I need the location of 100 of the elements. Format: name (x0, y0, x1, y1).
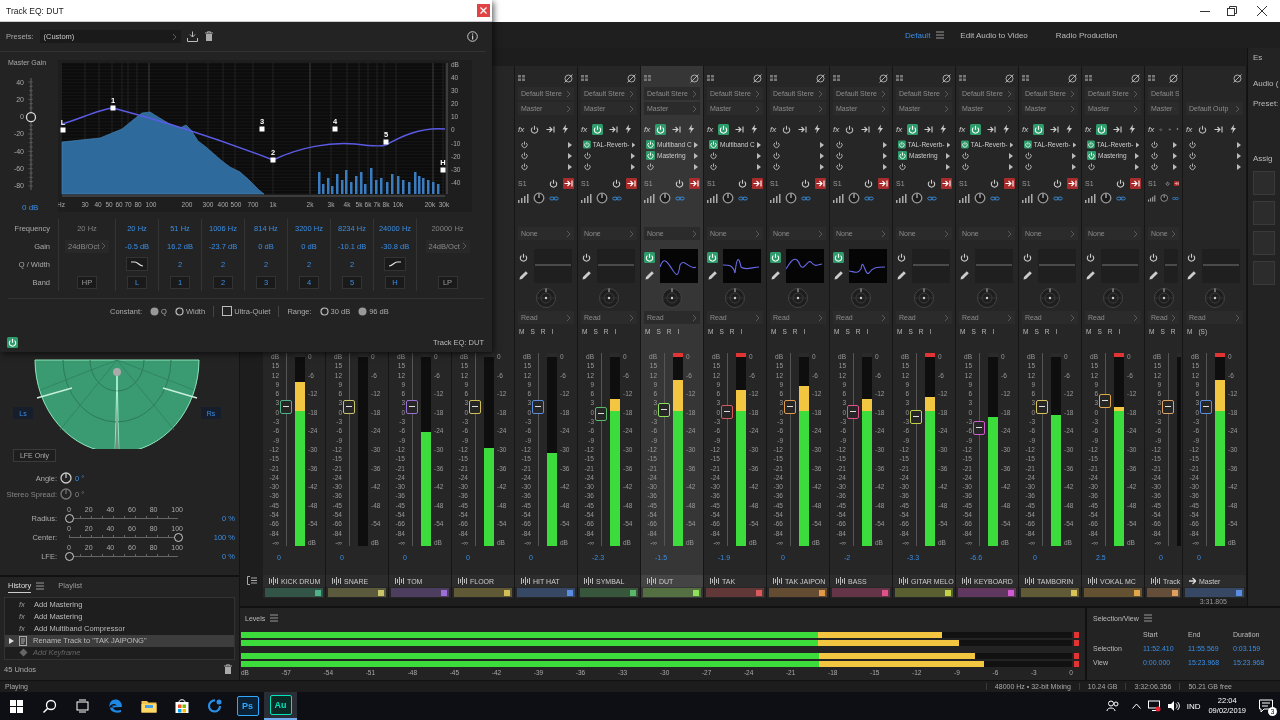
high-shelf-icon[interactable] (384, 257, 406, 271)
search-icon[interactable] (42, 698, 57, 714)
fader-knob[interactable] (469, 399, 481, 414)
insert-slot[interactable] (1148, 150, 1179, 161)
taskbar-app[interactable]: Ps (231, 692, 264, 720)
insert-slot[interactable] (707, 150, 763, 161)
lightning-icon[interactable] (624, 124, 633, 134)
power-button[interactable] (1085, 252, 1096, 263)
menu-icon[interactable] (36, 581, 45, 590)
pencil-icon[interactable] (1186, 269, 1197, 280)
send-button[interactable] (1004, 177, 1015, 189)
lightning-icon[interactable] (939, 124, 948, 134)
power-button[interactable] (907, 123, 919, 135)
power-button[interactable] (844, 123, 856, 135)
save-preset-icon[interactable] (186, 31, 198, 42)
insert-slot[interactable] (1186, 139, 1243, 150)
fader-knob[interactable] (1099, 394, 1111, 409)
send-knob[interactable] (1159, 192, 1169, 204)
power-icon[interactable] (548, 177, 559, 189)
pencil-icon[interactable] (833, 269, 844, 280)
menu-icon[interactable] (270, 614, 279, 622)
phase-invert-icon[interactable] (563, 72, 574, 84)
grid-icon[interactable] (1148, 75, 1155, 81)
pencil-icon[interactable] (581, 269, 592, 280)
phase-invert-icon[interactable] (1232, 72, 1243, 84)
fader-knob[interactable] (721, 404, 733, 419)
phase-invert-icon[interactable] (752, 72, 763, 84)
fader-knob[interactable] (595, 406, 607, 421)
network-icon[interactable] (1147, 700, 1161, 712)
send-button[interactable] (752, 177, 763, 189)
power-button[interactable] (1186, 252, 1197, 263)
insert-slot[interactable] (644, 161, 700, 172)
fader-knob[interactable] (280, 399, 292, 414)
grid-icon[interactable] (770, 75, 777, 81)
info-icon[interactable] (467, 31, 478, 42)
people-icon[interactable] (1105, 699, 1120, 713)
phase-invert-icon[interactable] (1130, 72, 1141, 84)
stereo-link-icon[interactable] (1172, 195, 1179, 201)
notification-icon[interactable] (1258, 698, 1274, 714)
send-knob[interactable] (911, 192, 923, 204)
send-knob[interactable] (659, 192, 671, 204)
power-button[interactable] (718, 123, 730, 135)
trash-icon[interactable] (223, 663, 233, 675)
phase-invert-icon[interactable] (941, 72, 952, 84)
phase-invert-icon[interactable] (1168, 72, 1179, 84)
power-icon[interactable] (611, 177, 622, 189)
lightning-icon[interactable] (1128, 124, 1137, 134)
fader-knob[interactable] (406, 399, 418, 414)
power-button[interactable] (581, 252, 592, 263)
power-button[interactable] (655, 123, 667, 135)
insert-slot[interactable] (1085, 161, 1141, 172)
power-button[interactable] (1033, 123, 1045, 135)
lightning-icon[interactable] (876, 124, 885, 134)
send-knob[interactable] (848, 192, 860, 204)
power-button[interactable] (770, 252, 781, 263)
task-view-icon[interactable] (75, 698, 90, 714)
stereo-link-icon[interactable] (612, 195, 622, 201)
menu-icon[interactable] (1143, 614, 1152, 622)
power-button[interactable] (896, 252, 907, 263)
maximize-icon[interactable] (1227, 6, 1237, 16)
slider-thumb[interactable] (64, 552, 74, 561)
stereo-link-icon[interactable] (675, 195, 685, 201)
taskbar-app[interactable]: Au (264, 692, 297, 720)
stereo-link-icon[interactable] (990, 195, 1000, 201)
stereo-link-icon[interactable] (1053, 195, 1063, 201)
knob[interactable] (60, 472, 72, 484)
fader-knob[interactable] (973, 421, 985, 436)
send-knob[interactable] (722, 192, 734, 204)
fader-knob[interactable] (532, 399, 544, 414)
power-icon[interactable] (863, 177, 874, 189)
insert-slot[interactable] (1022, 161, 1078, 172)
low-shelf-icon[interactable] (126, 257, 148, 271)
fader-knob[interactable] (343, 399, 355, 414)
lightning-icon[interactable] (687, 124, 696, 134)
power-button[interactable] (781, 123, 793, 135)
fader-knob[interactable] (1200, 399, 1212, 414)
insert-slot[interactable] (959, 150, 1015, 161)
phase-invert-icon[interactable] (1004, 72, 1015, 84)
workspace-tab[interactable]: Default (905, 30, 931, 40)
insert-slot[interactable] (581, 150, 637, 161)
insert-slot[interactable] (833, 150, 889, 161)
workspace-tab[interactable]: Edit Audio to Video (960, 30, 1028, 40)
stereo-link-icon[interactable] (801, 195, 811, 201)
volume-icon[interactable] (1166, 700, 1180, 712)
power-button[interactable] (592, 123, 604, 135)
power-button[interactable] (959, 252, 970, 263)
power-icon[interactable] (1115, 177, 1126, 189)
power-button[interactable] (1148, 252, 1159, 263)
pencil-icon[interactable] (959, 269, 970, 280)
power-icon[interactable] (674, 177, 685, 189)
power-button[interactable] (518, 252, 529, 263)
close-icon[interactable] (1257, 6, 1267, 16)
lightning-icon[interactable] (1065, 124, 1074, 134)
trash-icon[interactable] (203, 31, 214, 42)
phase-invert-icon[interactable] (815, 72, 826, 84)
grid-icon[interactable] (518, 75, 525, 81)
send-button[interactable] (689, 177, 700, 189)
power-button[interactable] (1096, 123, 1108, 135)
power-button[interactable] (833, 252, 844, 263)
fader-knob[interactable] (658, 403, 670, 418)
